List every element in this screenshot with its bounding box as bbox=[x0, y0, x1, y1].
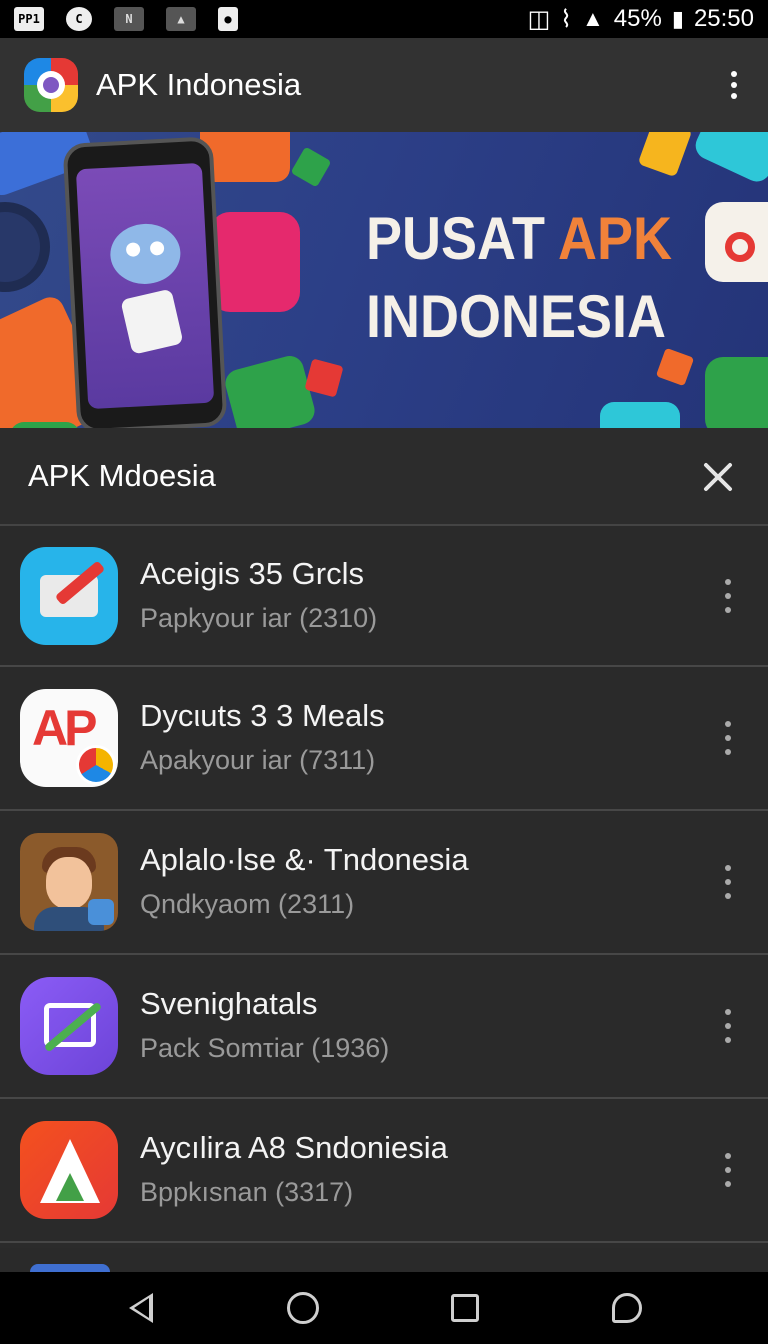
signal-icon: ▲ bbox=[582, 6, 604, 31]
home-button[interactable] bbox=[283, 1288, 323, 1328]
assistant-button[interactable] bbox=[607, 1288, 647, 1328]
assistant-icon bbox=[612, 1293, 642, 1323]
list-item[interactable]: AP Dycιuts 3 3 Meals Apakyour iar (7311) bbox=[0, 667, 768, 811]
section-title: APK Mdoesia bbox=[28, 458, 216, 493]
app-name: Aceigis 35 Grcls bbox=[140, 555, 364, 591]
frame-slash-icon bbox=[20, 977, 118, 1075]
decor-shape bbox=[304, 358, 344, 398]
list-item-text: Dycιuts 3 3 Meals Apakyour iar (7311) bbox=[140, 696, 718, 780]
battery-icon: ▮ bbox=[671, 6, 684, 31]
item-overflow-button[interactable] bbox=[718, 1009, 738, 1043]
app-subtitle: Bppkısnan (3317) bbox=[140, 1177, 354, 1207]
decor-shape bbox=[600, 402, 680, 428]
shield-icon: ◫ bbox=[527, 5, 551, 33]
app-name: Dycιuts 3 3 Meals bbox=[140, 698, 385, 733]
image-icon: ▲ bbox=[166, 7, 196, 31]
decor-shape bbox=[725, 232, 755, 262]
phone-screen bbox=[75, 162, 215, 410]
n-icon: N bbox=[114, 7, 144, 31]
app-name: Aplalo·lse &· Tndonesia bbox=[140, 842, 469, 877]
ap-logo-icon: AP bbox=[20, 689, 118, 787]
list-item[interactable]: Aplalo·lse &· Tndonesia Qndkyaom (2311) bbox=[0, 811, 768, 955]
battery-percent: 45% bbox=[613, 5, 662, 32]
app-subtitle: Papkyour iar (2310) bbox=[140, 602, 378, 633]
wifi-icon: ⌇ bbox=[560, 5, 572, 33]
recents-icon bbox=[451, 1294, 479, 1322]
banner-headline-accent: APK bbox=[558, 205, 673, 272]
app-bar: APK Indonesia bbox=[0, 38, 768, 132]
app-subtitle: Apakyour iar (7311) bbox=[140, 745, 376, 775]
decor-shape bbox=[705, 357, 768, 428]
app-title: APK Indonesia bbox=[96, 67, 302, 102]
status-bar: PP1 C N ▲ ● ◫ ⌇ ▲ 45% ▮ 25:50 bbox=[0, 0, 768, 38]
sync-icon: C bbox=[66, 7, 92, 31]
decor-shape bbox=[691, 132, 768, 187]
decor-shape bbox=[290, 146, 332, 188]
overflow-menu-button[interactable] bbox=[724, 65, 744, 105]
app-name: Aycılira A8 Sndoniesia bbox=[140, 1130, 448, 1165]
app-subtitle: Qndkyaom (2311) bbox=[140, 889, 355, 919]
list-item[interactable]: Svenighatals Pack Somτiar (1936) bbox=[0, 955, 768, 1099]
list-item-text: Aplalo·lse &· Tndonesia Qndkyaom (2311) bbox=[140, 840, 718, 924]
status-bar-left: PP1 C N ▲ ● bbox=[14, 7, 238, 31]
item-overflow-button[interactable] bbox=[718, 865, 738, 899]
decor-shape bbox=[210, 212, 300, 312]
app-logo-icon bbox=[24, 58, 78, 112]
list-item-text: Aceigis 35 Grcls Papkyour iar (2310) bbox=[140, 554, 718, 638]
decor-shape bbox=[637, 132, 693, 178]
list-item-text: Svenighatals Pack Somτiar (1936) bbox=[140, 984, 718, 1068]
recents-button[interactable] bbox=[445, 1288, 485, 1328]
list-item-text: Aycılira A8 Sndoniesia Bppkısnan (3317) bbox=[140, 1128, 718, 1212]
mail-check-icon bbox=[20, 546, 118, 645]
notification-text-icon: PP1 bbox=[14, 7, 44, 31]
list-item-partial[interactable] bbox=[0, 1248, 768, 1274]
decor-shape bbox=[0, 202, 50, 292]
banner-headline-line1: PUSAT APK bbox=[366, 204, 672, 273]
back-button[interactable] bbox=[121, 1288, 161, 1328]
section-header: APK Mdoesia bbox=[0, 428, 768, 526]
status-bar-right: ◫ ⌇ ▲ 45% ▮ 25:50 bbox=[528, 5, 754, 34]
app-name: Svenighatals bbox=[140, 986, 318, 1021]
avatar-person-icon bbox=[20, 833, 118, 931]
app-list: Aceigis 35 Grcls Papkyour iar (2310) AP … bbox=[0, 526, 768, 1243]
dot-icon bbox=[731, 92, 737, 99]
decor-shape bbox=[655, 347, 695, 387]
list-item[interactable]: Aycılira A8 Sndoniesia Bppkısnan (3317) bbox=[0, 1099, 768, 1243]
app-subtitle: Pack Somτiar (1936) bbox=[140, 1033, 390, 1063]
item-overflow-button[interactable] bbox=[718, 578, 738, 613]
location-icon: ● bbox=[218, 7, 238, 31]
mascot-body bbox=[120, 288, 184, 355]
dot-icon bbox=[731, 81, 737, 88]
mascot-icon bbox=[108, 222, 182, 286]
promo-banner[interactable]: PUSAT APK INDONESIA bbox=[0, 132, 768, 428]
navigation-bar bbox=[0, 1272, 768, 1344]
list-item[interactable]: Aceigis 35 Grcls Papkyour iar (2310) bbox=[0, 526, 768, 667]
dot-icon bbox=[731, 71, 737, 78]
banner-headline-main: PUSAT bbox=[366, 205, 559, 272]
back-icon bbox=[129, 1293, 153, 1323]
item-overflow-button[interactable] bbox=[718, 1153, 738, 1187]
close-icon[interactable] bbox=[698, 456, 738, 496]
phone-illustration bbox=[62, 136, 228, 428]
decor-shape bbox=[222, 352, 318, 428]
triangle-a-icon bbox=[20, 1121, 118, 1219]
home-icon bbox=[287, 1292, 319, 1324]
banner-headline-line2: INDONESIA bbox=[366, 283, 667, 350]
item-overflow-button[interactable] bbox=[718, 721, 738, 755]
clock: 25:50 bbox=[693, 5, 754, 32]
